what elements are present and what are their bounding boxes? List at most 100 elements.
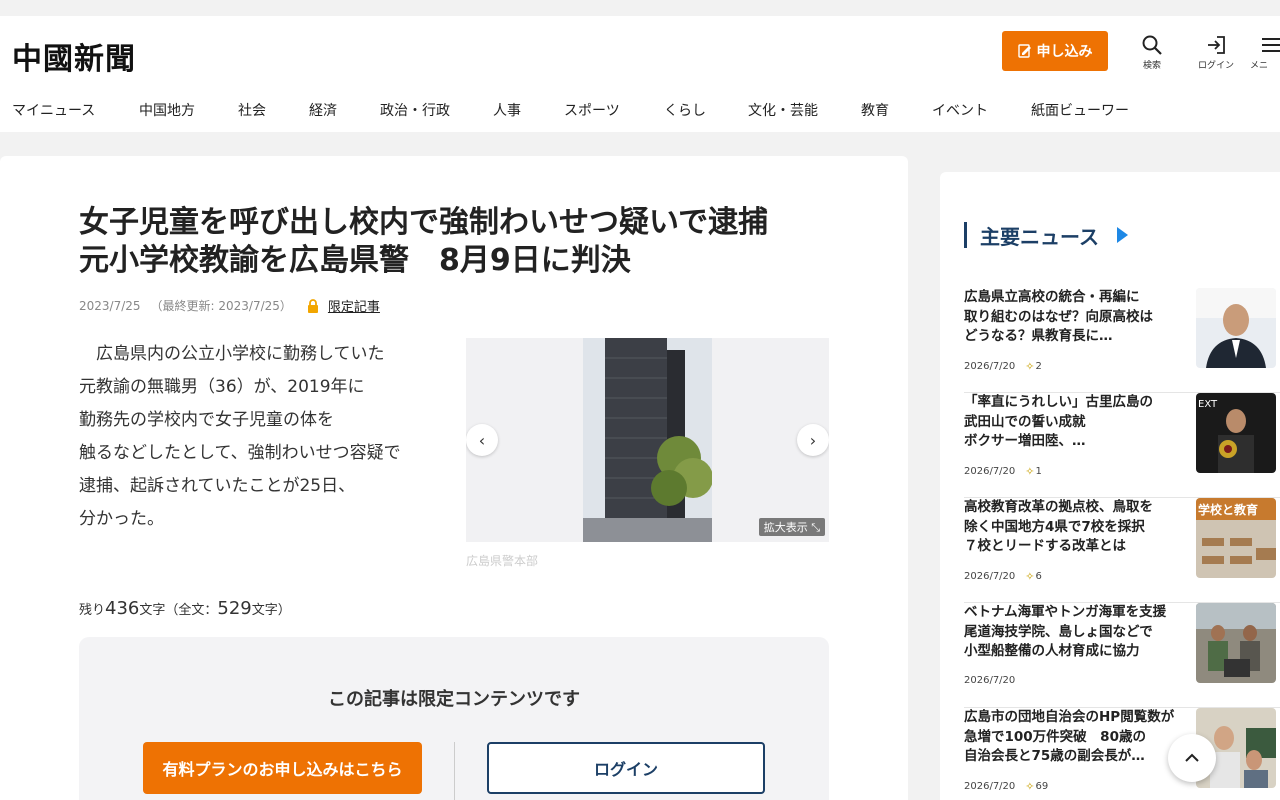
nav-item[interactable]: 経済 — [309, 100, 337, 120]
news-meta: 2026/7/20 ✧ 6 — [964, 570, 1042, 583]
zoom-button[interactable]: 拡大表示 ⤡ — [758, 518, 825, 536]
nav-item[interactable]: マイニュース — [12, 100, 95, 120]
news-title-line: ベトナム海軍やトンガ海軍を支援 — [964, 604, 1167, 620]
divider — [454, 742, 455, 800]
news-count: 6 — [1035, 571, 1042, 582]
body-line: 触るなどしたとして、強制わいせつ容疑で — [79, 443, 401, 463]
news-title-line: 自治会長と75歳の副会長が… — [964, 748, 1145, 764]
chevron-up-icon — [1185, 753, 1199, 762]
updated-date: （最終更新: 2023/7/25） — [150, 299, 292, 313]
news-title-line: 尾道海技学院、島しょ国などで — [964, 623, 1153, 640]
nav-item[interactable]: くらし — [664, 100, 706, 120]
paywall-title: この記事は限定コンテンツです — [328, 689, 580, 710]
classroom-photo: 学校と教育 — [1196, 498, 1276, 578]
nav-item[interactable]: 政治・行政 — [380, 100, 450, 120]
triangle-right-icon — [1117, 227, 1128, 243]
news-date: 2026/7/20 — [964, 675, 1016, 686]
news-title-line: 除く中国地方4県で7校を採択 — [964, 518, 1145, 535]
back-to-top-button[interactable] — [1168, 734, 1216, 782]
news-thumbnail: EXT — [1196, 393, 1276, 473]
news-count: 69 — [1035, 781, 1049, 792]
paywall-login-button[interactable]: ログイン — [487, 742, 765, 794]
news-title-line: 広島市の団地自治会のHP閲覧数が — [964, 709, 1175, 725]
login-link[interactable]: ログイン — [1186, 34, 1246, 71]
body-line: 勤務先の学校内で女子児童の体を — [79, 410, 334, 430]
news-title-line: 急増で100万件突破 80歳の — [964, 728, 1146, 745]
body-line: 逮捕、起訴されていたことが25日、 — [79, 476, 356, 496]
remain-prefix: 残り — [79, 603, 106, 618]
news-date: 2026/7/20 — [964, 571, 1016, 582]
news-count: 2 — [1035, 361, 1042, 372]
remain-suffix: 文字） — [251, 603, 291, 618]
remaining-chars: 残り436文字（全文：529文字） — [79, 598, 291, 619]
site-header: 中國新聞 申し込み 検索 ログイン メニ マイニュース 中国地方 社会 経済 政… — [0, 16, 1280, 132]
apply-button[interactable]: 申し込み — [1002, 31, 1108, 71]
portrait-photo — [1196, 288, 1276, 368]
site-logo[interactable]: 中國新聞 — [12, 34, 136, 78]
nav-item[interactable]: 社会 — [238, 100, 266, 120]
news-title-line: ７校とリードする改革とは — [964, 538, 1126, 554]
nav-item[interactable]: 教育 — [861, 100, 889, 120]
nav-item[interactable]: スポーツ — [564, 100, 620, 120]
remain-mid: 文字（全文： — [139, 603, 218, 618]
news-title-line: 小型船整備の人材育成に協力 — [964, 643, 1140, 659]
pen-icon — [1017, 44, 1031, 58]
workshop-photo — [1196, 603, 1276, 683]
login-icon — [1208, 36, 1225, 54]
news-date: 2026/7/20 — [964, 466, 1016, 477]
news-item[interactable]: 広島市の団地自治会のHP閲覧数が 急増で100万件突破 80歳の 自治会長と75… — [964, 708, 1280, 800]
news-thumbnail: 学校と教育 — [1196, 498, 1276, 578]
nav-item[interactable]: 紙面ビューワー — [1031, 100, 1129, 120]
news-title: ベトナム海軍やトンガ海軍を支援 尾道海技学院、島しょ国などで 小型船整備の人材育… — [964, 603, 1184, 662]
photo-caption: 広島県警本部 — [466, 554, 539, 568]
sparkle-icon: ✧ — [1025, 570, 1035, 583]
news-title-line: 広島県立高校の統合・再編に — [964, 289, 1140, 305]
news-item[interactable]: 広島県立高校の統合・再編に 取り組むのはなぜ？向原高校は どうなる？県教育長に…… — [964, 288, 1280, 393]
news-title: 広島市の団地自治会のHP閲覧数が 急増で100万件突破 80歳の 自治会長と75… — [964, 708, 1184, 767]
nav-item[interactable]: 人事 — [493, 100, 521, 120]
title-line: 元小学校教諭を広島県警 8月9日に判決 — [79, 243, 631, 278]
zoom-label: 拡大表示 — [763, 521, 808, 534]
news-title-line: 武田山での誓い成就 — [964, 413, 1086, 430]
subscribe-plan-button[interactable]: 有料プランのお申し込みはこちら — [143, 742, 422, 794]
prev-photo-button[interactable]: ‹ — [466, 424, 498, 456]
nav-item[interactable]: イベント — [932, 100, 988, 120]
photo-carousel[interactable]: ‹ › 拡大表示 ⤡ — [466, 338, 829, 542]
nav-item[interactable]: 中国地方 — [139, 100, 195, 120]
news-count: 1 — [1035, 466, 1042, 477]
news-title-line: ボクサー増田陸、… — [964, 433, 1086, 449]
news-item[interactable]: 「率直にうれしい」古里広島の 武田山での誓い成就 ボクサー増田陸、… 2026/… — [964, 393, 1280, 498]
news-meta: 2026/7/20 ✧ 1 — [964, 465, 1042, 478]
body-line: 元教諭の無職男（36）が、2019年に — [79, 377, 365, 397]
sidebar: 主要ニュース 広島県立高校の統合・再編に 取り組むのはなぜ？向原高校は どうなる… — [940, 172, 1280, 800]
building-photo — [583, 338, 712, 542]
search-icon — [1142, 35, 1162, 55]
boxer-photo: EXT — [1196, 393, 1276, 473]
article-panel: 女子児童を呼び出し校内で強制わいせつ疑いで逮捕 元小学校教諭を広島県警 8月9日… — [0, 156, 908, 800]
next-photo-button[interactable]: › — [797, 424, 829, 456]
news-title-line: 「率直にうれしい」古里広島の — [964, 394, 1153, 410]
search-button[interactable]: 検索 — [1122, 34, 1182, 71]
limited-article-link[interactable]: 限定記事 — [328, 296, 380, 315]
news-meta: 2026/7/20 ✧ 69 — [964, 780, 1048, 793]
news-item[interactable]: 高校教育改革の拠点校、鳥取を 除く中国地方4県で7校を採択 ７校とリードする改革… — [964, 498, 1280, 603]
menu-button[interactable]: メニ — [1250, 34, 1280, 71]
news-date: 2026/7/20 — [964, 781, 1016, 792]
news-thumbnail — [1196, 288, 1276, 368]
lock-icon — [307, 298, 318, 313]
publish-date: 2023/7/25 — [79, 298, 141, 313]
thumb-text: 学校と教育 — [1198, 502, 1258, 517]
body-line: 広島県内の公立小学校に勤務していた — [79, 344, 385, 364]
news-meta: 2026/7/20 ✧ 2 — [964, 360, 1042, 373]
article-meta: 2023/7/25 （最終更新: 2023/7/25） 限定記事 — [79, 296, 380, 316]
news-title-line: 取り組むのはなぜ？向原高校は — [964, 308, 1153, 325]
news-date: 2026/7/20 — [964, 361, 1016, 372]
search-label: 検索 — [1142, 61, 1161, 71]
nav-item[interactable]: 文化・芸能 — [748, 100, 818, 120]
news-meta: 2026/7/20 — [964, 675, 1015, 686]
news-item[interactable]: ベトナム海軍やトンガ海軍を支援 尾道海技学院、島しょ国などで 小型船整備の人材育… — [964, 603, 1280, 708]
main-news-heading[interactable]: 主要ニュース — [964, 222, 1129, 249]
total-count: 529 — [217, 598, 252, 619]
news-title: 広島県立高校の統合・再編に 取り組むのはなぜ？向原高校は どうなる？県教育長に… — [964, 288, 1184, 347]
login-label: ログイン — [1197, 61, 1234, 71]
